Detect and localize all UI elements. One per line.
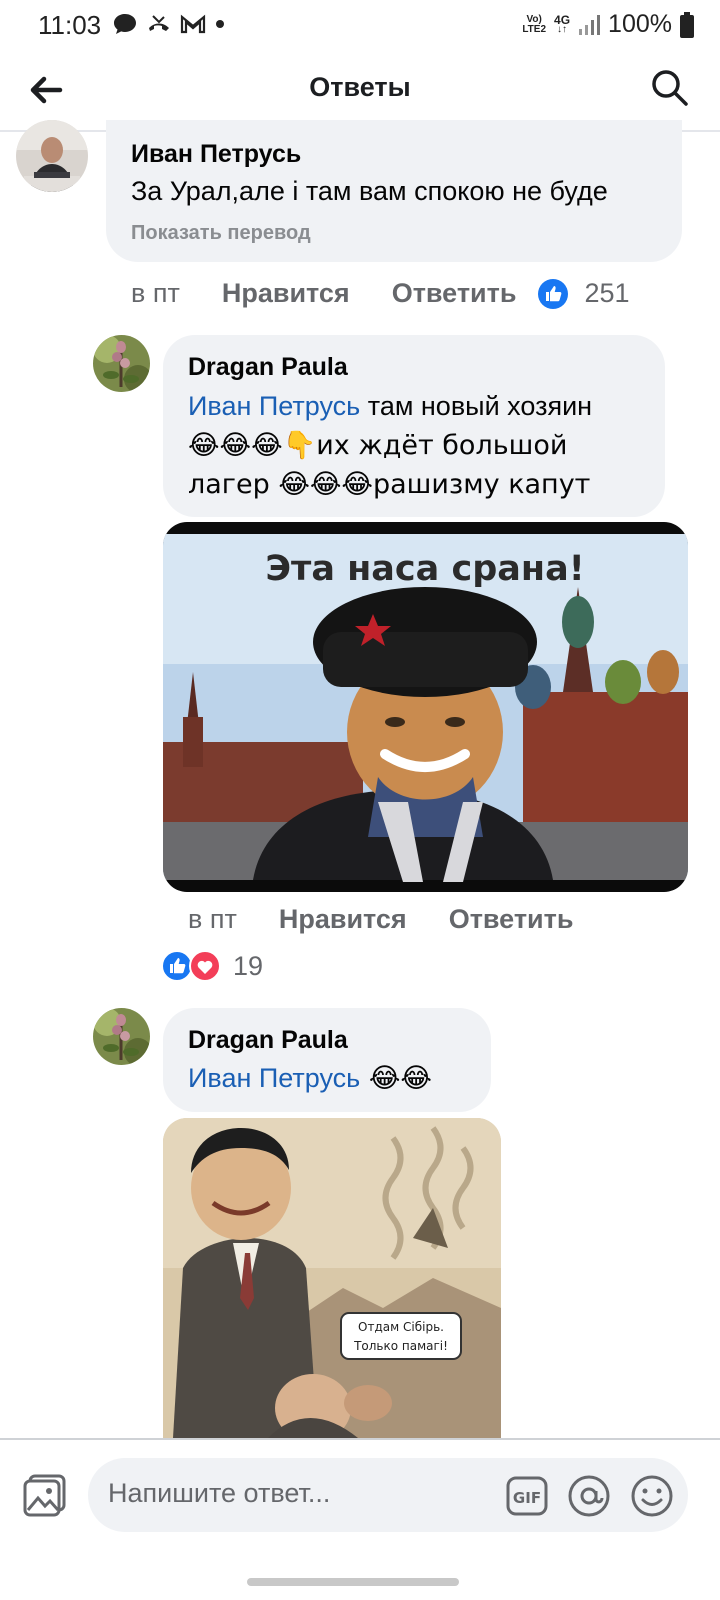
avatar[interactable]	[93, 1008, 150, 1065]
photo-icon[interactable]	[22, 1472, 68, 1518]
comment-actions: в пт Нравится Ответить	[188, 904, 573, 935]
reactions-summary[interactable]: 19	[161, 950, 263, 982]
page-title: Ответы	[309, 72, 411, 102]
comment-text: За Урал,але і там вам спокою не буде	[131, 176, 608, 206]
reaction-count: 251	[584, 278, 630, 308]
reply-input[interactable]: Напишите ответ... GIF	[88, 1458, 688, 1532]
comment-text: Иван Петрусь там новый хозяин 😂😂😂👇их ждё…	[188, 391, 593, 500]
smiley-icon[interactable]	[629, 1473, 675, 1519]
comment-author[interactable]: Dragan Paula	[188, 1026, 348, 1055]
comment-bubble[interactable]: Dragan Paula Иван Петрусь 😂😂	[163, 1008, 491, 1112]
comment-bubble[interactable]: Dragan Paula Иван Петрусь там новый хозя…	[163, 335, 665, 517]
speech-line-2: Только памагі!	[353, 1339, 448, 1353]
like-icon	[538, 278, 569, 309]
image-caption: Эта наса срана!	[265, 549, 584, 589]
home-indicator[interactable]	[247, 1578, 459, 1586]
message-icon	[114, 14, 136, 34]
gmail-icon	[180, 14, 206, 34]
comment-author[interactable]: Dragan Paula	[188, 353, 348, 382]
comment-image[interactable]: Отдам Сібірь. Только памагі!	[163, 1118, 501, 1438]
comment-time[interactable]: в пт	[131, 278, 180, 309]
battery-icon	[680, 11, 694, 38]
comment-bubble[interactable]: Иван Петрусь За Урал,але і там вам споко…	[106, 120, 682, 262]
reply-button[interactable]: Ответить	[449, 904, 574, 935]
signal-icon	[579, 14, 601, 35]
status-time: 11:03	[38, 10, 102, 40]
avatar[interactable]	[16, 120, 88, 192]
svg-text:GIF: GIF	[513, 1489, 541, 1507]
status-right: Vo) LTE2 4G ↓↑ 100%	[522, 10, 694, 39]
network-type: 4G ↓↑	[554, 12, 571, 35]
reply-button[interactable]: Ответить	[392, 278, 517, 309]
avatar[interactable]	[93, 335, 150, 392]
missed-call-icon	[149, 15, 169, 31]
gif-icon[interactable]: GIF	[506, 1475, 548, 1517]
like-button[interactable]: Нравится	[222, 278, 350, 309]
comment-text: Иван Петрусь 😂😂	[188, 1063, 432, 1094]
dot-icon	[216, 20, 224, 28]
like-button[interactable]: Нравится	[279, 904, 407, 935]
love-icon	[189, 950, 221, 982]
mention-link[interactable]: Иван Петрусь	[188, 1063, 360, 1093]
battery-percent: 100%	[608, 10, 672, 38]
volte-indicator: Vo) LTE2	[522, 13, 547, 35]
search-icon[interactable]	[650, 68, 690, 108]
comment-author[interactable]: Иван Петрусь	[131, 140, 301, 169]
speech-line-1: Отдам Сібірь.	[358, 1320, 444, 1334]
notification-icons	[112, 12, 226, 36]
status-bar: 11:03 Vo) LTE2 4G ↓↑ 100%	[0, 0, 720, 50]
comment-time[interactable]: в пт	[188, 904, 237, 935]
reply-composer: Напишите ответ... GIF	[0, 1438, 720, 1568]
reaction-count: 19	[233, 950, 264, 981]
reply-placeholder: Напишите ответ...	[108, 1478, 331, 1508]
mention-link[interactable]: Иван Петрусь	[188, 391, 360, 421]
comment-image[interactable]: Эта наса срана!	[163, 522, 688, 892]
at-icon[interactable]	[566, 1473, 612, 1519]
comment-actions: в пт Нравится Ответить 251	[131, 278, 630, 309]
show-translation-link[interactable]: Показать перевод	[131, 222, 311, 245]
reactions-summary[interactable]: 251	[538, 278, 630, 309]
